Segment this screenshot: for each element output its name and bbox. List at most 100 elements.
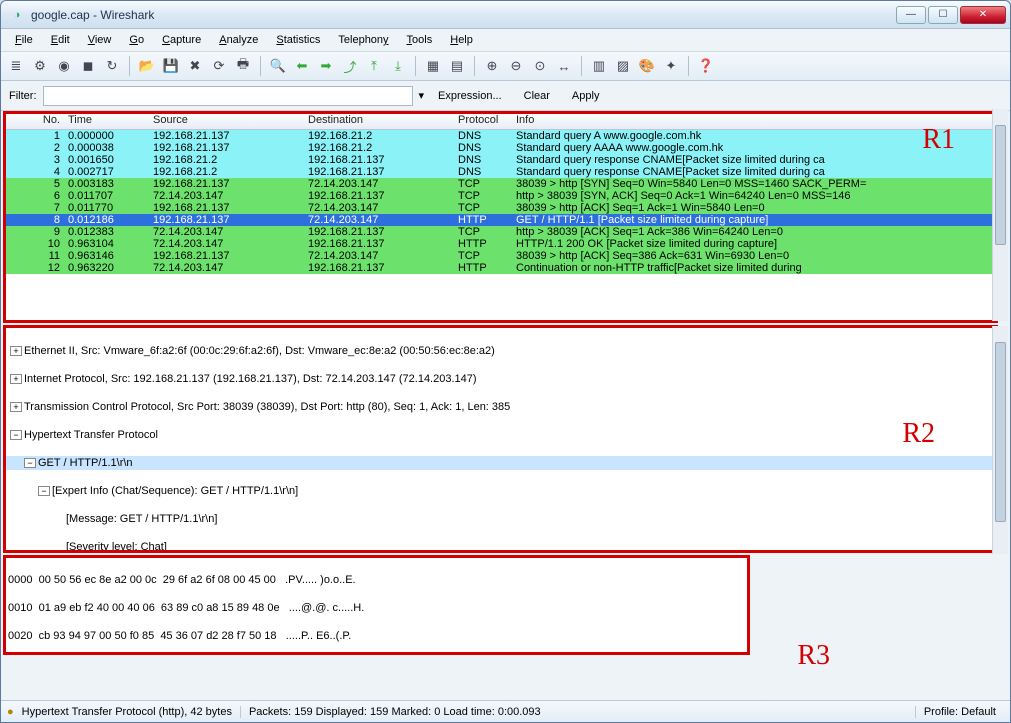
start-icon[interactable]: ◉ (53, 55, 75, 77)
status-left: Hypertext Transfer Protocol (http), 42 b… (22, 706, 232, 718)
col-source[interactable]: Source (151, 114, 306, 129)
colorize-icon[interactable]: ▦ (422, 55, 444, 77)
menu-capture[interactable]: Capture (154, 32, 209, 48)
zoom-in-icon[interactable]: ⊕ (481, 55, 503, 77)
filter-bar: Filter: ▾ Expression... Clear Apply (1, 81, 1010, 111)
packet-list[interactable]: 10.000000192.168.21.137192.168.21.2DNSSt… (6, 130, 995, 274)
help-icon[interactable]: ❓ (695, 55, 717, 77)
packet-row[interactable]: 50.003183192.168.21.13772.14.203.147TCP3… (6, 178, 995, 190)
packet-row[interactable]: 70.011770192.168.21.13772.14.203.147TCP3… (6, 202, 995, 214)
col-time[interactable]: Time (66, 114, 151, 129)
hex-off: 0000 (8, 574, 32, 586)
toolbar: ≣ ⚙ ◉ ◼ ↻ 📂 💾 ✖ ⟳ 🖶 🔍 ⬅ ➡ ⤴ ⤒ ⤓ ▦ ▤ ⊕ ⊖ … (1, 51, 1010, 81)
packet-row[interactable]: 40.002717192.168.21.2192.168.21.137DNSSt… (6, 166, 995, 178)
menu-go[interactable]: Go (121, 32, 152, 48)
minimize-button[interactable]: — (896, 6, 926, 24)
tree-tcp[interactable]: Transmission Control Protocol, Src Port:… (24, 401, 510, 413)
packet-bytes-pane[interactable]: 0000 00 50 56 ec 8e a2 00 0c 29 6f a2 6f… (3, 555, 750, 655)
menu-analyze[interactable]: Analyze (211, 32, 266, 48)
restart-icon[interactable]: ↻ (101, 55, 123, 77)
tree-http[interactable]: Hypertext Transfer Protocol (24, 429, 158, 441)
packet-list-pane[interactable]: No. Time Source Destination Protocol Inf… (3, 111, 998, 323)
scrollbar[interactable] (992, 326, 1008, 554)
packet-row[interactable]: 60.01170772.14.203.147192.168.21.137TCPh… (6, 190, 995, 202)
close-button[interactable]: ✕ (960, 6, 1006, 24)
collapse-icon[interactable]: − (24, 458, 36, 468)
tree-expert[interactable]: [Expert Info (Chat/Sequence): GET / HTTP… (52, 485, 298, 497)
packet-details-pane[interactable]: +Ethernet II, Src: Vmware_6f:a2:6f (00:0… (3, 325, 998, 553)
tree-sev[interactable]: [Severity level: Chat] (66, 541, 167, 553)
interfaces-icon[interactable]: ≣ (5, 55, 27, 77)
tree-ip[interactable]: Internet Protocol, Src: 192.168.21.137 (… (24, 373, 477, 385)
filter-icon[interactable]: ▥ (588, 55, 610, 77)
apply-button[interactable]: Apply (564, 88, 608, 104)
expand-icon[interactable]: + (10, 374, 22, 384)
open-icon[interactable]: 📂 (136, 55, 158, 77)
resize-cols-icon[interactable]: ↔ (553, 55, 575, 77)
menu-telephony[interactable]: Telephony (330, 32, 396, 48)
tree-msg[interactable]: [Message: GET / HTTP/1.1\r\n] (66, 513, 217, 525)
expand-icon[interactable]: + (10, 346, 22, 356)
packet-row[interactable]: 90.01238372.14.203.147192.168.21.137TCPh… (6, 226, 995, 238)
back-icon[interactable]: ⬅ (291, 55, 313, 77)
menu-tools[interactable]: Tools (399, 32, 441, 48)
packet-row[interactable]: 20.000038192.168.21.137192.168.21.2DNSSt… (6, 142, 995, 154)
maximize-button[interactable]: ☐ (928, 6, 958, 24)
filter-label: Filter: (9, 90, 37, 102)
packet-row[interactable]: 30.001650192.168.21.2192.168.21.137DNSSt… (6, 154, 995, 166)
packet-row[interactable]: 110.963146192.168.21.13772.14.203.147TCP… (6, 250, 995, 262)
menu-help[interactable]: Help (442, 32, 481, 48)
collapse-icon[interactable]: − (10, 430, 22, 440)
menu-view[interactable]: View (80, 32, 120, 48)
col-no[interactable]: No. (6, 114, 66, 129)
last-icon[interactable]: ⤓ (387, 55, 409, 77)
hex-bytes[interactable]: cb 93 94 97 00 50 f0 85 45 36 07 d2 28 f… (39, 630, 277, 642)
goto-icon[interactable]: ⤴ (339, 55, 361, 77)
collapse-icon[interactable]: − (38, 486, 50, 496)
status-mid: Packets: 159 Displayed: 159 Marked: 0 Lo… (240, 706, 907, 718)
prefs-icon[interactable]: ✦ (660, 55, 682, 77)
first-icon[interactable]: ⤒ (363, 55, 385, 77)
menu-statistics[interactable]: Statistics (268, 32, 328, 48)
status-profile[interactable]: Profile: Default (915, 706, 1004, 718)
save-icon[interactable]: 💾 (160, 55, 182, 77)
hex-ascii[interactable]: ....@.@. c.....H. (289, 602, 365, 614)
zoom-fit-icon[interactable]: ⊙ (529, 55, 551, 77)
coloring-rules-icon[interactable]: 🎨 (636, 55, 658, 77)
packet-row[interactable]: 100.96310472.14.203.147192.168.21.137HTT… (6, 238, 995, 250)
packet-row[interactable]: 10.000000192.168.21.137192.168.21.2DNSSt… (6, 130, 995, 142)
expression-button[interactable]: Expression... (430, 88, 510, 104)
hex-bytes[interactable]: 01 a9 eb f2 40 00 40 06 63 89 c0 a8 15 8… (39, 602, 280, 614)
hex-ascii[interactable]: .PV..... )o.o..E. (285, 574, 356, 586)
reload-icon[interactable]: ⟳ (208, 55, 230, 77)
find-icon[interactable]: 🔍 (267, 55, 289, 77)
clear-button[interactable]: Clear (516, 88, 558, 104)
autoscroll-icon[interactable]: ▤ (446, 55, 468, 77)
tree-eth[interactable]: Ethernet II, Src: Vmware_6f:a2:6f (00:0c… (24, 345, 495, 357)
print-icon[interactable]: 🖶 (232, 55, 254, 77)
bulb-icon[interactable]: ● (7, 706, 14, 718)
packet-row[interactable]: 80.012186192.168.21.13772.14.203.147HTTP… (6, 214, 995, 226)
packet-list-header[interactable]: No. Time Source Destination Protocol Inf… (6, 114, 995, 130)
filter-dropdown-icon[interactable]: ▾ (419, 89, 425, 102)
tree-get[interactable]: GET / HTTP/1.1\r\n (38, 457, 133, 469)
capture-filter-icon[interactable]: ▨ (612, 55, 634, 77)
filter-input[interactable] (43, 86, 413, 106)
stop-icon[interactable]: ◼ (77, 55, 99, 77)
menubar: File Edit View Go Capture Analyze Statis… (1, 29, 1010, 51)
close-file-icon[interactable]: ✖ (184, 55, 206, 77)
expand-icon[interactable]: + (10, 402, 22, 412)
forward-icon[interactable]: ➡ (315, 55, 337, 77)
col-info[interactable]: Info (514, 114, 995, 129)
hex-bytes[interactable]: 00 50 56 ec 8e a2 00 0c 29 6f a2 6f 08 0… (39, 574, 276, 586)
zoom-out-icon[interactable]: ⊖ (505, 55, 527, 77)
hex-ascii[interactable]: .....P.. E6..(.P. (286, 630, 352, 642)
menu-edit[interactable]: Edit (43, 32, 78, 48)
titlebar[interactable]: ◑ google.cap - Wireshark — ☐ ✕ (1, 1, 1010, 29)
col-destination[interactable]: Destination (306, 114, 456, 129)
col-protocol[interactable]: Protocol (456, 114, 514, 129)
options-icon[interactable]: ⚙ (29, 55, 51, 77)
packet-row[interactable]: 120.96322072.14.203.147192.168.21.137HTT… (6, 262, 995, 274)
scrollbar[interactable] (992, 109, 1008, 321)
menu-file[interactable]: File (7, 32, 41, 48)
